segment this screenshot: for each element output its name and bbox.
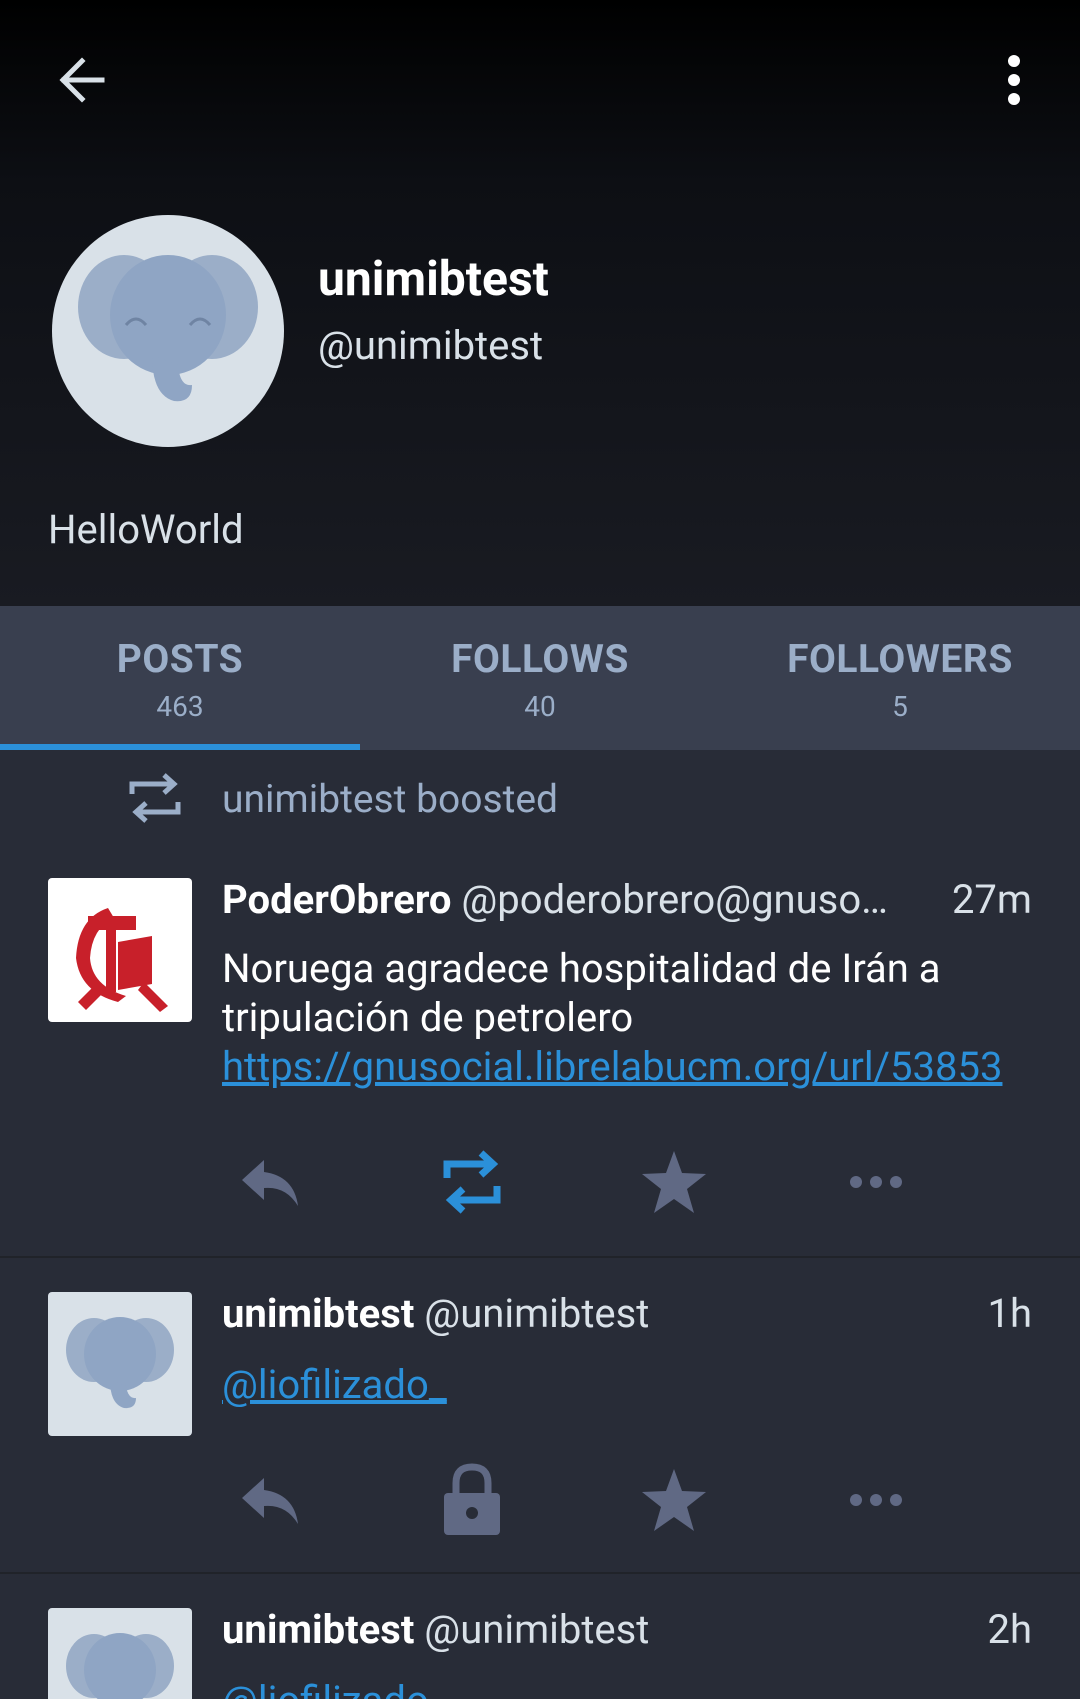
status-item[interactable]: unimibtest @unimibtest 1h @liofilizado_ <box>0 1256 1080 1574</box>
profile-display-name: unimibtest <box>318 250 549 307</box>
arrow-left-icon <box>59 57 105 103</box>
status-header: unimibtest @unimibtest <box>222 1290 922 1337</box>
status-content: Noruega agradece hospitalidad de Irán a … <box>222 944 1002 1091</box>
status-handle: @unimibtest <box>424 1606 650 1653</box>
status-time: 1h <box>987 1290 1032 1337</box>
star-icon <box>642 1151 706 1213</box>
more-horizontal-icon <box>850 1176 902 1188</box>
elephant-icon <box>78 255 258 402</box>
tab-count: 5 <box>892 690 908 723</box>
tab-label: FOLLOWS <box>451 636 629 682</box>
reply-button[interactable] <box>230 1460 310 1540</box>
favourite-button[interactable] <box>634 1460 714 1540</box>
tab-followers[interactable]: FOLLOWERS 5 <box>720 606 1080 750</box>
tab-label: FOLLOWERS <box>787 636 1013 682</box>
status-header: PoderObrero @poderobrero@gnuso… <box>222 876 922 923</box>
status-avatar[interactable] <box>48 1608 192 1699</box>
hammer-sickle-icon <box>76 908 168 1012</box>
tab-count: 463 <box>156 690 204 723</box>
more-vertical-icon <box>1008 55 1020 105</box>
status-time: 27m <box>951 876 1032 923</box>
boost-indicator: unimibtest boosted <box>0 750 1080 830</box>
boost-button[interactable] <box>432 1142 512 1222</box>
star-icon <box>642 1469 706 1531</box>
status-link[interactable]: https://gnusocial.librelabucm.org/url/53… <box>222 1043 1002 1090</box>
reply-button[interactable] <box>230 1142 310 1222</box>
status-handle: @unimibtest <box>424 1290 650 1337</box>
status-actions <box>0 1142 1080 1222</box>
status-avatar[interactable] <box>48 1292 192 1436</box>
more-horizontal-icon <box>850 1494 902 1506</box>
status-content: @liofilizado_ <box>222 1360 982 1409</box>
elephant-icon <box>66 1633 174 1699</box>
status-mention[interactable]: @liofilizado_ <box>222 1677 447 1699</box>
status-text: Noruega agradece hospitalidad de Irán a … <box>222 945 941 1041</box>
boost-label: unimibtest boosted <box>222 776 559 822</box>
more-button[interactable] <box>836 1460 916 1540</box>
boost-locked-button[interactable] <box>432 1460 512 1540</box>
overflow-menu-button[interactable] <box>986 44 1042 116</box>
status-mention[interactable]: @liofilizado_ <box>222 1361 447 1408</box>
back-button[interactable] <box>48 44 120 116</box>
reply-icon <box>242 1160 298 1206</box>
status-display-name[interactable]: unimibtest <box>222 1290 414 1337</box>
status-header: unimibtest @unimibtest <box>222 1606 922 1653</box>
lock-icon <box>444 1463 500 1535</box>
status-handle: @poderobrero@gnuso… <box>461 876 888 923</box>
profile-header: unimibtest @unimibtest HelloWorld <box>0 0 1080 606</box>
tab-count: 40 <box>524 690 556 723</box>
profile-tabs: POSTS 463 FOLLOWS 40 FOLLOWERS 5 <box>0 606 1080 750</box>
more-button[interactable] <box>836 1142 916 1222</box>
boost-icon-active <box>443 1150 501 1214</box>
tab-follows[interactable]: FOLLOWS 40 <box>360 606 720 750</box>
profile-bio: HelloWorld <box>48 506 244 553</box>
status-display-name[interactable]: unimibtest <box>222 1606 414 1653</box>
tab-label: POSTS <box>116 636 244 682</box>
favourite-button[interactable] <box>634 1142 714 1222</box>
status-display-name[interactable]: PoderObrero <box>222 876 451 923</box>
boost-icon <box>129 773 181 823</box>
status-time: 2h <box>987 1606 1032 1653</box>
status-avatar[interactable] <box>48 878 192 1022</box>
status-actions <box>0 1460 1080 1540</box>
status-item[interactable]: unimibtest boosted PoderObrero @poderobr… <box>0 750 1080 1258</box>
elephant-icon <box>66 1317 174 1409</box>
profile-avatar[interactable] <box>52 215 284 447</box>
reply-icon <box>242 1478 298 1524</box>
tab-posts[interactable]: POSTS 463 <box>0 606 360 750</box>
status-content: @liofilizado_ <box>222 1676 982 1699</box>
status-item[interactable]: unimibtest @unimibtest 2h @liofilizado_ <box>0 1572 1080 1699</box>
profile-handle: @unimibtest <box>318 322 544 369</box>
